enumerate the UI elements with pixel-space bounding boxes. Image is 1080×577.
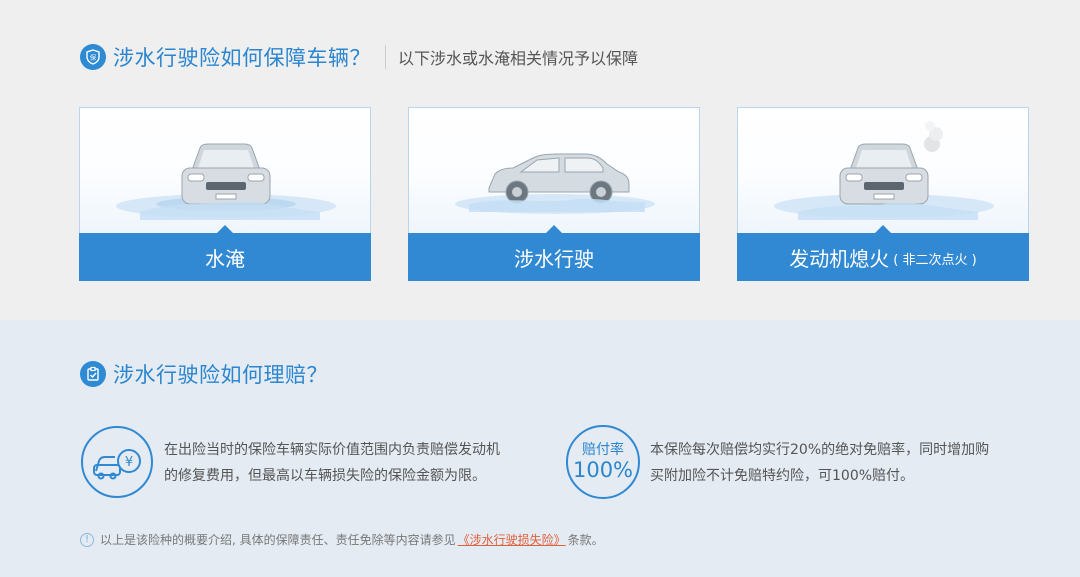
coverage-title: 涉水行驶险如何保障车辆？ xyxy=(113,46,371,70)
card-label: 涉水行驶 xyxy=(514,246,594,271)
claims-header: 涉水行驶险如何理赔？ xyxy=(80,359,328,389)
claim-text-line: 本保险每次赔偿均实行20%的绝对免赔率，同时增加购 xyxy=(650,442,990,458)
claim-text-line: 买附加险不计免赔特约险，可100%赔付。 xyxy=(650,468,915,484)
rate-label: 赔付率 xyxy=(582,442,624,458)
header-divider xyxy=(385,45,386,69)
shield-icon: 保 xyxy=(80,44,106,70)
payout-rate-badge: 赔付率 100% xyxy=(566,425,640,499)
card-stalled[interactable]: 发动机熄火 ( 非二次点火 ) xyxy=(737,107,1029,281)
svg-text:保: 保 xyxy=(90,53,97,62)
svg-text:¥: ¥ xyxy=(125,455,133,470)
stalled-car-icon xyxy=(738,108,1028,234)
card-note: ( 非二次点火 ) xyxy=(893,253,977,268)
card-label: 水淹 xyxy=(205,246,245,271)
info-icon: ! xyxy=(80,532,94,547)
claim-description: 在出险当时的保险车辆实际价值范围内负责赔偿发动机 的修复费用，但最高以车辆损失险… xyxy=(164,437,500,489)
card-label-bar: 发动机熄火 ( 非二次点火 ) xyxy=(737,225,1029,281)
claim-item-coverage: ¥ 在出险当时的保险车辆实际价值范围内负责赔偿发动机 的修复费用，但最高以车辆损… xyxy=(80,425,500,499)
coverage-header: 保 涉水行驶险如何保障车辆？ 以下涉水或水淹相关情况予以保障 xyxy=(80,42,638,72)
flooded-car-icon xyxy=(80,108,370,234)
claim-text-line: 的修复费用，但最高以车辆损失险的保险金额为限。 xyxy=(164,468,486,484)
footnote-tail: 条款。 xyxy=(567,533,604,547)
claims-title: 涉水行驶险如何理赔？ xyxy=(113,363,328,387)
car-money-icon: ¥ xyxy=(80,425,154,499)
clipboard-icon xyxy=(80,361,106,387)
card-wading[interactable]: 涉水行驶 xyxy=(408,107,700,281)
card-label-bar: 水淹 xyxy=(79,225,371,281)
claim-description: 本保险每次赔偿均实行20%的绝对免赔率，同时增加购 买附加险不计免赔特约险，可1… xyxy=(650,437,989,489)
claim-item-rate: 赔付率 100% 本保险每次赔偿均实行20%的绝对免赔率，同时增加购 买附加险不… xyxy=(566,425,989,499)
footnote: ! 以上是该险种的概要介绍, 具体的保障责任、责任免除等内容请参见 《涉水行驶损… xyxy=(80,531,604,548)
policy-terms-link[interactable]: 《涉水行驶损失险》 xyxy=(458,531,566,548)
card-flooded[interactable]: 水淹 xyxy=(79,107,371,281)
wading-car-icon xyxy=(409,108,699,234)
card-label-bar: 涉水行驶 xyxy=(408,225,700,281)
card-label: 发动机熄火 xyxy=(789,246,890,271)
rate-value: 100% xyxy=(572,458,634,482)
coverage-subtitle: 以下涉水或水淹相关情况予以保障 xyxy=(398,49,639,68)
footnote-text: 以上是该险种的概要介绍, 具体的保障责任、责任免除等内容请参见 xyxy=(100,533,456,547)
claim-text-line: 在出险当时的保险车辆实际价值范围内负责赔偿发动机 xyxy=(164,442,500,458)
